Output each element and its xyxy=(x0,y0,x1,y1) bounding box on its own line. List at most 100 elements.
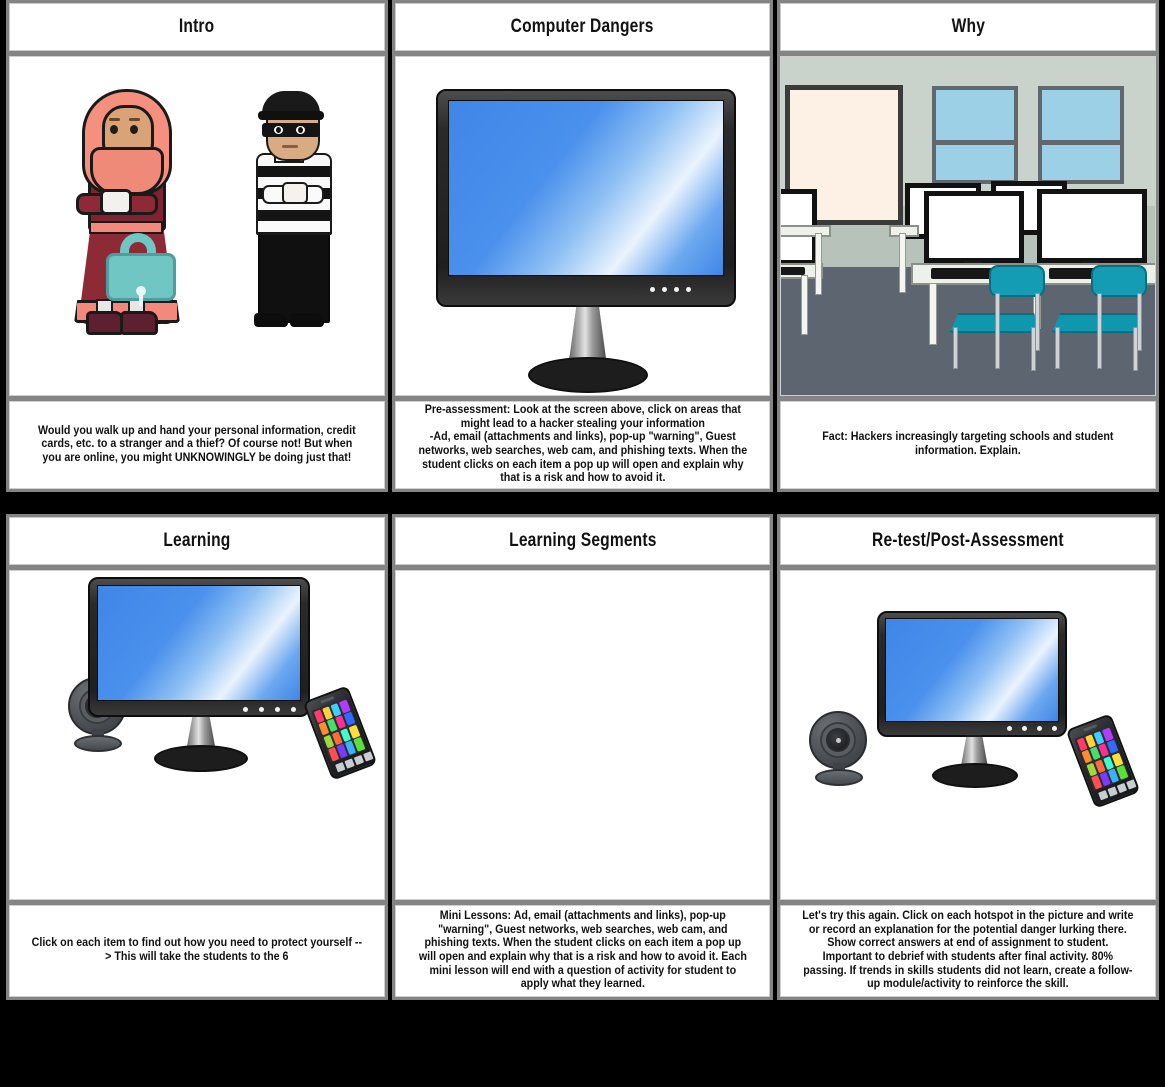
classroom-desk-leg xyxy=(815,233,823,295)
storyboard-row-2: Learning Click on each item to find out … xyxy=(0,514,1165,1000)
computer-monitor-icon xyxy=(435,89,736,393)
cell-art-intro[interactable] xyxy=(9,56,385,396)
thief-eye-left xyxy=(274,126,283,134)
cell-title-why[interactable]: Why xyxy=(780,3,1157,51)
monitor-screen xyxy=(447,100,724,276)
cell-title-text: Computer Dangers xyxy=(511,16,654,37)
monitor-indicator-dots xyxy=(649,287,691,292)
thief-figure xyxy=(246,85,338,343)
storyboard-cell-intro[interactable]: Intro Would you walk up and hand your pe… xyxy=(6,0,388,492)
cell-title-computer-dangers[interactable]: Computer Dangers xyxy=(394,3,771,51)
computer-monitor-icon xyxy=(88,577,310,772)
cell-title-learning[interactable]: Learning xyxy=(9,517,385,565)
thief-mouth xyxy=(282,145,298,148)
cell-caption-text: Pre-assessment: Look at the screen above… xyxy=(418,404,747,485)
cell-caption-text: Would you walk up and hand your personal… xyxy=(37,424,356,464)
cell-art-computer-dangers[interactable] xyxy=(394,56,771,396)
cell-caption-text: Let's try this again. Click on each hots… xyxy=(802,910,1134,991)
woman-eyebrow-left xyxy=(109,118,120,121)
thief-hand xyxy=(282,182,308,204)
cell-title-text: Learning Segments xyxy=(508,530,657,551)
cell-title-intro[interactable]: Intro xyxy=(9,3,385,51)
storyboard-cell-learning[interactable]: Learning Click on each item to find out … xyxy=(6,514,388,1000)
woman-shoe-left xyxy=(86,311,124,335)
cell-art-retest[interactable] xyxy=(780,570,1157,900)
woman-eye-right xyxy=(130,125,138,134)
storyboard-cell-computer-dangers[interactable]: Computer Dangers Pre-assessment: Look at… xyxy=(391,0,774,492)
scene-woman-and-thief xyxy=(10,57,384,395)
woman-shoe-right xyxy=(120,311,158,335)
thief-eye-right xyxy=(296,126,305,134)
monitor-screen xyxy=(97,585,301,701)
cell-caption-why[interactable]: Fact: Hackers increasingly targeting sch… xyxy=(780,401,1157,489)
woman-hijab-drape xyxy=(90,147,164,195)
cell-caption-text: Mini Lessons: Ad, email (attachments and… xyxy=(418,910,747,991)
thief-shoe-right xyxy=(290,313,324,327)
thief-beanie-brim xyxy=(258,111,324,120)
monitor-stand-base xyxy=(154,745,248,772)
cell-title-text: Intro xyxy=(179,16,215,37)
monitor-screen xyxy=(885,618,1060,722)
classroom-desk-leg xyxy=(929,283,938,345)
computer-monitor-icon xyxy=(877,611,1068,788)
woman-hand xyxy=(100,189,132,215)
cell-caption-intro[interactable]: Would you walk up and hand your personal… xyxy=(9,401,385,489)
scene-blank xyxy=(396,571,770,899)
thief-shoe-left xyxy=(254,313,288,327)
cell-caption-retest[interactable]: Let's try this again. Click on each hots… xyxy=(780,905,1157,997)
woman-eyebrow-right xyxy=(129,118,140,121)
storyboard-cell-retest[interactable]: Re-test/Post-Assessment Let's try this a… xyxy=(777,514,1160,1000)
monitor-indicator-dots xyxy=(243,707,296,712)
classroom-monitor-front-right xyxy=(1037,189,1148,263)
classroom-keyboard-far xyxy=(781,267,806,275)
storyboard-row-1: Intro Would you walk up and hand your pe… xyxy=(0,0,1165,492)
classroom-monitor-front-left xyxy=(924,191,1025,263)
classroom-chair-leg xyxy=(1055,327,1061,369)
cell-caption-text: Fact: Hackers increasingly targeting sch… xyxy=(822,431,1114,457)
scene-devices-retest xyxy=(781,571,1155,899)
cell-title-retest[interactable]: Re-test/Post-Assessment xyxy=(780,517,1157,565)
classroom-chair-leg xyxy=(1097,293,1103,369)
storyboard-cell-why[interactable]: Why Fact: Hackers increasingly targeting… xyxy=(777,0,1160,492)
monitor-stand-base xyxy=(932,763,1019,788)
cell-art-learning-segments[interactable] xyxy=(394,570,771,900)
scene-devices-learning xyxy=(10,571,384,899)
padlock-icon xyxy=(106,233,176,306)
woman-eye-left xyxy=(110,125,118,134)
cell-title-text: Why xyxy=(951,16,985,37)
cell-art-why[interactable] xyxy=(780,56,1157,396)
thief-pants xyxy=(258,227,330,323)
woman-figure xyxy=(56,85,206,345)
classroom-desk-far-shelf xyxy=(781,225,832,237)
monitor-stand-base xyxy=(527,357,648,393)
padlock-body xyxy=(106,253,176,306)
classroom-chair-leg xyxy=(995,293,1001,369)
classroom-shelf-leg xyxy=(899,233,907,293)
woman-belt xyxy=(89,221,163,234)
classroom-keyboard-left xyxy=(931,268,994,279)
cell-art-learning[interactable] xyxy=(9,570,385,900)
scene-computer-classroom xyxy=(781,57,1156,395)
padlock-keyhole xyxy=(136,286,146,306)
classroom-chair-leg xyxy=(953,327,959,369)
classroom-chair-leg xyxy=(1137,293,1143,351)
classroom-desk-leg xyxy=(801,275,809,335)
storyboard: Intro Would you walk up and hand your pe… xyxy=(0,0,1165,1087)
cell-title-text: Learning xyxy=(163,530,231,551)
cell-caption-computer-dangers[interactable]: Pre-assessment: Look at the screen above… xyxy=(394,401,771,489)
cell-title-learning-segments[interactable]: Learning Segments xyxy=(394,517,771,565)
cell-title-text: Re-test/Post-Assessment xyxy=(872,530,1065,551)
webcam-icon xyxy=(809,711,871,786)
thief-eye-mask xyxy=(262,123,320,137)
storyboard-cell-learning-segments[interactable]: Learning Segments Mini Lessons: Ad, emai… xyxy=(391,514,774,1000)
smartphone-icon xyxy=(302,685,378,781)
classroom-chair-leg xyxy=(1035,293,1041,351)
scene-computer-monitor xyxy=(396,57,770,395)
cell-caption-text: Click on each item to find out how you n… xyxy=(31,937,363,963)
window-left xyxy=(932,86,1019,184)
monitor-indicator-dots xyxy=(1007,726,1058,731)
webcam-base xyxy=(815,769,864,786)
smartphone-icon xyxy=(1065,713,1141,809)
cell-caption-learning[interactable]: Click on each item to find out how you n… xyxy=(9,905,385,997)
cell-caption-learning-segments[interactable]: Mini Lessons: Ad, email (attachments and… xyxy=(394,905,771,997)
